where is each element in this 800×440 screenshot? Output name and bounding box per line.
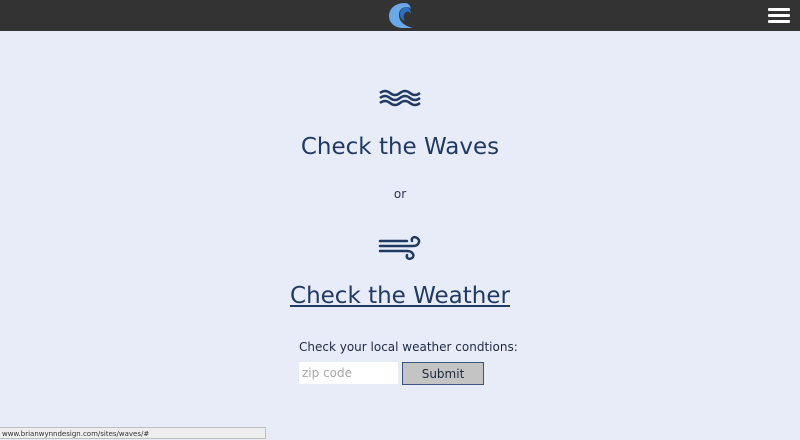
hamburger-menu-icon[interactable]: [766, 6, 792, 26]
main-content: Check the Waves or Check the Weather Che…: [0, 31, 800, 440]
submit-button[interactable]: Submit: [402, 362, 484, 385]
wave-crescent-logo-icon[interactable]: [385, 2, 415, 29]
zip-form-label: Check your local weather condtions:: [299, 340, 518, 354]
or-separator: or: [393, 187, 407, 201]
top-nav-bar: [0, 0, 800, 31]
wind-icon: [378, 235, 421, 261]
status-bar-url: www.brianwynndesign.com/sites/waves/#: [0, 427, 266, 439]
waves-icon: [379, 89, 421, 107]
zip-code-input[interactable]: [299, 362, 398, 384]
check-weather-link[interactable]: Check the Weather: [0, 283, 800, 309]
check-waves-link[interactable]: Check the Waves: [0, 134, 800, 160]
